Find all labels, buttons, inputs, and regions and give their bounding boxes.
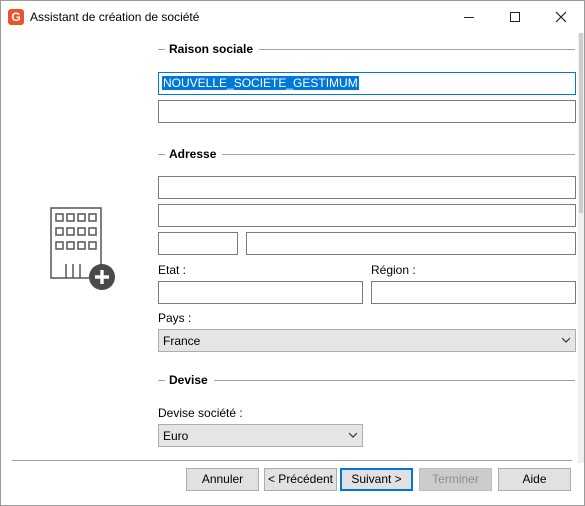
title-bar: G Assistant de création de société xyxy=(1,1,584,33)
vertical-scrollbar[interactable] xyxy=(578,33,584,463)
close-icon xyxy=(555,11,567,23)
section-dash xyxy=(158,379,165,381)
scrollbar-thumb[interactable] xyxy=(579,33,583,213)
code-postal-input[interactable] xyxy=(158,232,238,255)
section-devise: Devise xyxy=(158,373,575,387)
devise-select[interactable]: Euro xyxy=(158,424,363,447)
devise-societe-label: Devise société : xyxy=(158,406,243,420)
chevron-down-icon xyxy=(562,337,570,343)
section-line xyxy=(222,153,575,155)
help-button[interactable]: Aide xyxy=(498,468,571,491)
maximize-button[interactable] xyxy=(492,1,538,33)
wizard-window: G Assistant de création de société Raiso… xyxy=(0,0,585,506)
close-button[interactable] xyxy=(538,1,584,33)
next-button[interactable]: Suivant > xyxy=(340,468,413,491)
finish-button[interactable]: Terminer xyxy=(419,468,492,491)
section-adresse-label: Adresse xyxy=(169,147,217,161)
section-line xyxy=(213,379,575,381)
pays-label: Pays : xyxy=(158,311,192,325)
footer-separator xyxy=(12,460,572,461)
region-label: Région : xyxy=(371,263,416,277)
section-dash xyxy=(158,153,165,155)
section-raison-sociale: Raison sociale xyxy=(158,42,575,56)
section-raison-sociale-label: Raison sociale xyxy=(169,42,254,56)
raison-sociale-value: NOUVELLE_SOCIETE_GESTIMUM xyxy=(162,76,359,90)
etat-input[interactable] xyxy=(158,281,363,304)
ville-input[interactable] xyxy=(246,232,576,255)
previous-button[interactable]: < Précédent xyxy=(264,468,337,491)
cancel-button[interactable]: Annuler xyxy=(186,468,259,491)
etat-label: Etat : xyxy=(158,263,187,277)
devise-value: Euro xyxy=(163,429,189,443)
raison-sociale-2-input[interactable] xyxy=(158,100,576,123)
app-icon: G xyxy=(8,9,24,25)
section-adresse: Adresse xyxy=(158,147,575,161)
maximize-icon xyxy=(510,12,520,22)
minimize-icon xyxy=(464,16,474,18)
building-add-icon xyxy=(50,207,115,290)
region-input[interactable] xyxy=(371,281,576,304)
section-line xyxy=(259,48,575,50)
window-title: Assistant de création de société xyxy=(30,10,200,24)
pays-value: France xyxy=(163,334,201,348)
section-devise-label: Devise xyxy=(169,373,208,387)
minimize-button[interactable] xyxy=(446,1,492,33)
adresse-2-input[interactable] xyxy=(158,204,576,227)
section-dash xyxy=(158,48,165,50)
chevron-down-icon xyxy=(349,432,357,438)
pays-select[interactable]: France xyxy=(158,329,576,352)
adresse-1-input[interactable] xyxy=(158,176,576,199)
raison-sociale-input[interactable]: NOUVELLE_SOCIETE_GESTIMUM xyxy=(158,72,576,95)
